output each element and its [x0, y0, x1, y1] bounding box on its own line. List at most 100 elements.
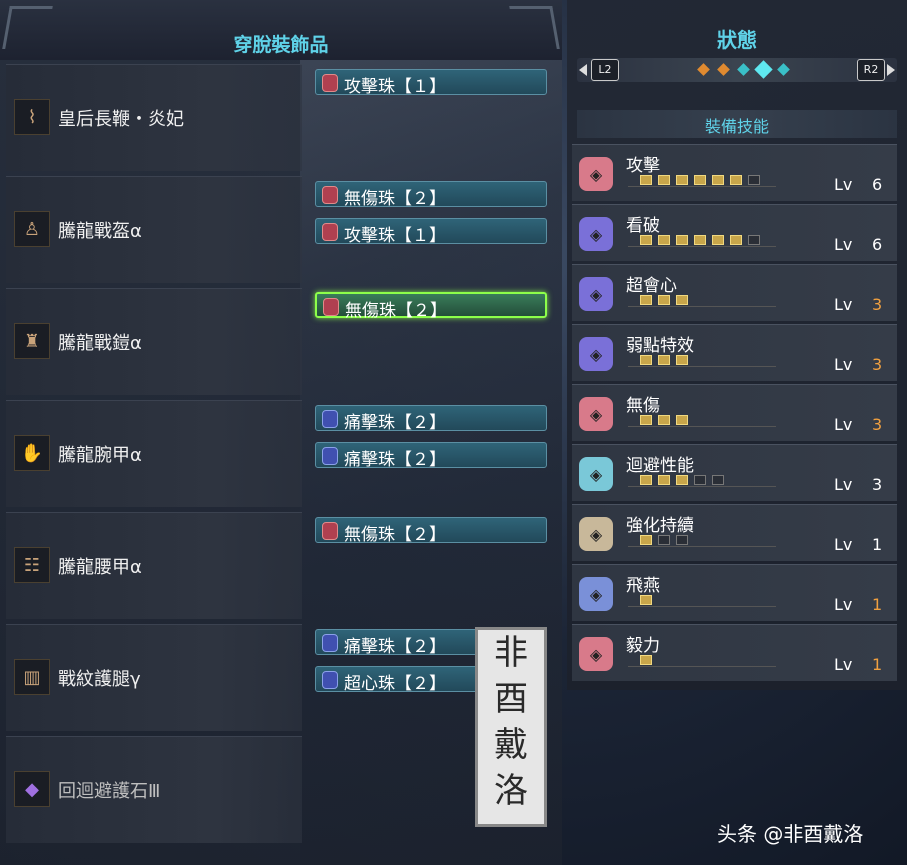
skill-row[interactable]: ◈ 迴避性能 Lv 3 — [572, 444, 897, 501]
skill-row[interactable]: ◈ 超會心 Lv 3 — [572, 264, 897, 321]
skill-pip-filled — [640, 655, 652, 665]
skill-level-value: 3 — [872, 415, 883, 434]
skill-pip-filled — [658, 415, 670, 425]
skill-gem-icon: ◈ — [579, 277, 613, 311]
red-gem-icon — [322, 522, 338, 540]
skill-pip-filled — [676, 415, 688, 425]
blue-gem-icon — [322, 447, 338, 465]
skill-row[interactable]: ◈ 弱點特效 Lv 3 — [572, 324, 897, 381]
skill-level-value: 1 — [872, 535, 883, 554]
skill-pip-filled — [640, 355, 652, 365]
blue-gem-icon — [322, 634, 338, 652]
lv-label: Lv — [834, 535, 853, 554]
l2-button[interactable]: L2 — [591, 59, 619, 81]
r2-button[interactable]: R2 — [857, 59, 885, 81]
page-dot-active — [754, 60, 773, 79]
skill-level-value: 6 — [872, 235, 883, 254]
decoration-slot[interactable]: 攻擊珠【１】 — [315, 69, 547, 97]
skill-pip-filled — [658, 355, 670, 365]
equipment-name: 回迴避護石Ⅲ — [58, 781, 161, 802]
skill-gem-icon: ◈ — [579, 397, 613, 431]
skill-pip-empty — [676, 535, 688, 545]
skill-name: 飛燕 — [626, 576, 660, 596]
skill-level-track — [628, 654, 776, 667]
skill-pip-empty — [748, 235, 760, 245]
decoration-label: 痛擊珠【２】 — [344, 637, 446, 657]
skill-level-track — [628, 234, 776, 247]
skill-gem-icon: ◈ — [579, 217, 613, 251]
decoration-label: 攻擊珠【１】 — [344, 77, 446, 97]
skill-pip-filled — [658, 175, 670, 185]
decoration-slot[interactable]: 痛擊珠【２】 — [315, 442, 547, 470]
page-tab-bar: L2 R2 — [577, 58, 897, 82]
equipment-row-arms[interactable]: ✋ 騰龍腕甲α — [6, 400, 302, 507]
lv-label: Lv — [834, 475, 853, 494]
skill-level-track — [628, 174, 776, 187]
skill-row[interactable]: ◈ 飛燕 Lv 1 — [572, 564, 897, 621]
red-gem-icon — [323, 298, 339, 316]
skill-pip-filled — [658, 475, 670, 485]
equipment-row-weapon[interactable]: ⌇ 皇后長鞭・炎妃 — [6, 64, 302, 171]
blue-gem-icon — [322, 410, 338, 428]
decoration-label: 無傷珠【２】 — [344, 525, 446, 545]
skill-row[interactable]: ◈ 攻擊 Lv 6 — [572, 144, 897, 201]
skill-pip-filled — [676, 295, 688, 305]
red-gem-icon — [322, 74, 338, 92]
decoration-slot[interactable]: 無傷珠【２】 — [315, 517, 547, 545]
skill-pip-filled — [676, 175, 688, 185]
skill-row[interactable]: ◈ 強化持續 Lv 1 — [572, 504, 897, 561]
chest-armor-icon: ♜ — [14, 323, 50, 359]
equipment-row-chest[interactable]: ♜ 騰龍戰鎧α — [6, 288, 302, 395]
skill-name: 毅力 — [626, 636, 660, 656]
equipment-name: 騰龍腰甲α — [58, 557, 142, 578]
waist-armor-icon: ☷ — [14, 547, 50, 583]
lv-label: Lv — [834, 295, 853, 314]
skill-pip-filled — [694, 235, 706, 245]
lv-label: Lv — [834, 655, 853, 674]
skill-gem-icon: ◈ — [579, 337, 613, 371]
equipment-name: 騰龍戰鎧α — [58, 333, 142, 354]
skill-row[interactable]: ◈ 毅力 Lv 1 — [572, 624, 897, 681]
arrow-right-icon[interactable] — [887, 64, 895, 76]
equipment-row-charm[interactable]: ◆ 回迴避護石Ⅲ — [6, 736, 302, 843]
skill-name: 迴避性能 — [626, 456, 694, 476]
skill-pip-filled — [676, 235, 688, 245]
skill-pip-filled — [658, 235, 670, 245]
skill-level-track — [628, 414, 776, 427]
skill-gem-icon: ◈ — [579, 517, 613, 551]
lv-label: Lv — [834, 235, 853, 254]
skill-name: 無傷 — [626, 396, 660, 416]
decoration-slot-selected[interactable]: 無傷珠【２】 — [315, 292, 547, 321]
skill-pip-filled — [694, 175, 706, 185]
skill-pip-filled — [640, 415, 652, 425]
panel-title: 穿脫裝飾品 — [233, 34, 329, 56]
skill-pip-filled — [658, 295, 670, 305]
lv-label: Lv — [834, 595, 853, 614]
decoration-slot[interactable]: 痛擊珠【２】 — [315, 405, 547, 433]
skill-row[interactable]: ◈ 無傷 Lv 3 — [572, 384, 897, 441]
seal-stamp: 非 酉 戴 洛 — [475, 627, 547, 827]
stamp-char: 酉 — [494, 679, 528, 719]
skill-pip-filled — [712, 235, 724, 245]
equipment-row-helm[interactable]: ♙ 騰龍戰盔α — [6, 176, 302, 283]
skill-level-track — [628, 534, 776, 547]
page-dot — [697, 63, 710, 76]
skill-row[interactable]: ◈ 看破 Lv 6 — [572, 204, 897, 261]
skill-pip-filled — [712, 175, 724, 185]
decoration-label: 無傷珠【２】 — [345, 301, 447, 321]
whip-icon: ⌇ — [14, 99, 50, 135]
skill-pip-empty — [712, 475, 724, 485]
decoration-label: 無傷珠【２】 — [344, 189, 446, 209]
stamp-char: 非 — [494, 633, 528, 673]
skill-pip-filled — [640, 175, 652, 185]
skill-pip-filled — [676, 475, 688, 485]
skill-gem-icon: ◈ — [579, 457, 613, 491]
decoration-slot[interactable]: 攻擊珠【１】 — [315, 218, 547, 246]
equipment-row-waist[interactable]: ☷ 騰龍腰甲α — [6, 512, 302, 619]
decoration-slot[interactable]: 無傷珠【２】 — [315, 181, 547, 209]
skill-level-value: 3 — [872, 295, 883, 314]
skill-level-value: 6 — [872, 175, 883, 194]
watermark: 头条 @非酉戴洛 — [717, 822, 864, 846]
arrow-left-icon[interactable] — [579, 64, 587, 76]
equipment-row-legs[interactable]: ▥ 戰紋護腿γ — [6, 624, 302, 731]
